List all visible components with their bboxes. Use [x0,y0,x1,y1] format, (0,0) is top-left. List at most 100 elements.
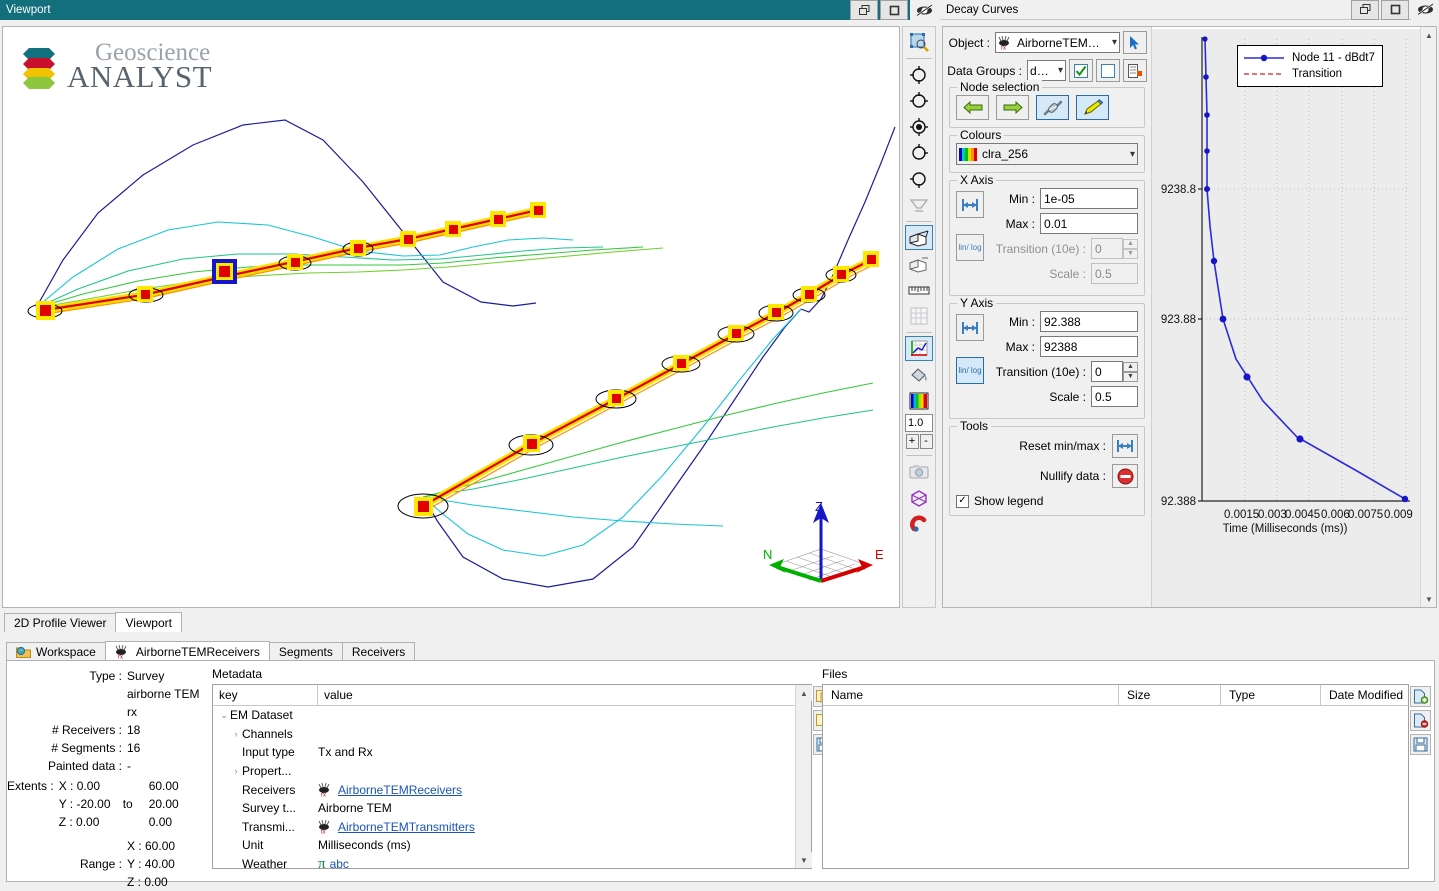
next-node-button[interactable] [996,95,1029,120]
zoom-in-button[interactable]: + [905,434,919,449]
axes-plot-icon[interactable] [905,336,933,361]
metadata-table[interactable]: key value ⌄ EM Dataset › Channels Input … [212,684,812,869]
y-min-input[interactable]: 92.388 [1040,311,1138,332]
view-top-icon[interactable] [905,88,933,113]
data-groups-combobox[interactable]: dBdt7 ▾ [1027,60,1066,81]
show-legend-checkbox[interactable]: ✓ Show legend [956,494,1138,508]
object-combobox[interactable]: rx AirborneTEMReceivers ▾ [995,32,1120,53]
y-scale-input[interactable]: 0.5 [1091,386,1138,407]
save-file-icon[interactable] [1410,734,1431,755]
hide-eye-icon[interactable] [910,0,938,20]
previous-node-button[interactable] [956,95,989,120]
scroll-up-icon[interactable]: ▲ [1421,27,1436,43]
x-transition-input[interactable]: 0 [1091,238,1123,259]
view-front-icon[interactable] [905,140,933,165]
x-scale-input[interactable]: 0.5 [1091,263,1138,284]
table-row[interactable]: › Channels [213,725,811,744]
colour-bar-icon[interactable] [905,388,933,413]
table-row[interactable]: ⌄ EM Dataset [213,706,811,725]
view-rotate-icon[interactable] [905,62,933,87]
tab-viewport[interactable]: Viewport [115,612,182,632]
expand-twisty-icon[interactable]: ⌄ [218,710,230,721]
files-table[interactable]: Name Size Type Date Modified [822,684,1409,869]
colour-map-combobox[interactable]: clra_256 ▾ [956,143,1138,165]
maximize-icon[interactable] [880,0,908,20]
zoom-out-button[interactable]: - [919,434,933,449]
tab-2d-profile-viewer[interactable]: 2D Profile Viewer [4,613,117,632]
files-col-size[interactable]: Size [1119,685,1221,705]
x-min-input[interactable]: 1e-05 [1040,188,1138,209]
view-center-icon[interactable] [905,114,933,139]
tab-receivers[interactable]: Receivers [341,642,416,661]
clear-all-groups-button[interactable] [1096,59,1120,82]
files-col-type[interactable]: Type [1221,685,1321,705]
metadata-link[interactable]: abc [330,857,349,868]
edit-node-button[interactable] [1076,95,1109,120]
table-row[interactable]: Transmi... tx AirborneTEMTransmitters [213,818,811,837]
reset-minmax-button[interactable] [1112,434,1138,458]
table-row[interactable]: Input type Tx and Rx [213,743,811,762]
hide-eye-icon[interactable] [1411,0,1439,20]
x-max-input[interactable]: 0.01 [1040,213,1138,234]
grid-icon[interactable] [905,303,933,328]
zoom-select-icon[interactable] [905,29,933,54]
gizmo-z-label: Z [815,499,823,514]
x-axis-linlog-button[interactable]: lin/ log [956,234,984,261]
edit-groups-button[interactable] [1123,59,1147,82]
scroll-down-icon[interactable]: ▼ [1421,591,1436,607]
bounding-box-icon[interactable] [905,485,933,510]
metadata-value: Tx and Rx [318,745,373,760]
restore-icon[interactable] [850,0,878,20]
y-axis-fit-button[interactable] [956,314,984,341]
nullify-data-button[interactable] [1112,464,1138,488]
profile-curve-cyan-3 [422,496,724,527]
y-transition-spinner[interactable]: ▲ ▼ [1123,361,1138,382]
paint-bucket-icon[interactable] [905,362,933,387]
tab-workspace[interactable]: Workspace [6,642,106,661]
metadata-link[interactable]: AirborneTEMReceivers [338,783,462,797]
viewport-tabstrip: 2D Profile Viewer Viewport [4,612,504,632]
scroll-down-icon[interactable]: ▼ [796,852,812,868]
table-row[interactable]: Unit Milliseconds (ms) [213,836,811,855]
x-transition-spinner[interactable]: ▲ ▼ [1123,238,1138,259]
y-axis-linlog-button[interactable]: lin/ log [956,357,984,384]
scroll-up-icon[interactable]: ▲ [796,685,812,701]
x-tick-label-0: 0.0015 [1224,509,1259,521]
y-max-input[interactable]: 92388 [1040,336,1138,357]
extent-hi: 20.00 [148,797,179,811]
files-col-date-modified[interactable]: Date Modified [1321,685,1408,705]
x-axis-fit-button[interactable] [956,191,984,218]
expand-twisty-icon[interactable]: › [230,729,242,739]
maximize-icon[interactable] [1381,0,1409,20]
clip-plane-icon[interactable] [905,192,933,217]
restore-icon[interactable] [1351,0,1379,20]
decay-panel-scrollbar[interactable]: ▲ ▼ [1420,27,1436,607]
viewport-3d-canvas[interactable]: Geoscience ANALYST Z E N [2,26,900,608]
decay-plot[interactable]: 9238.8 923.88 92.388 0.0015 0.003 0.0045… [1152,29,1420,607]
tab-airbornetemreceivers[interactable]: rx AirborneTEMReceivers [104,641,270,661]
table-row[interactable]: › Propert... [213,762,811,781]
snapshot-camera-icon[interactable] [905,459,933,484]
table-row[interactable]: Weather π abc [213,855,811,868]
add-file-icon[interactable] [1410,686,1431,707]
legend-label-0: Node 11 - dBdt7 [1292,52,1375,64]
measure-ruler-icon[interactable] [905,277,933,302]
orthographic-camera-icon[interactable] [905,251,933,276]
application-window: Viewport Geoscience ANALYST Z E N 1.0 + … [0,0,1439,889]
files-col-name[interactable]: Name [823,685,1119,705]
table-row[interactable]: Survey t... Airborne TEM [213,799,811,818]
expand-twisty-icon[interactable]: › [230,766,242,776]
viewport-scale-input[interactable]: 1.0 [905,414,933,432]
metadata-scrollbar[interactable]: ▲ ▼ [795,685,812,868]
view-side-icon[interactable] [905,166,933,191]
metadata-link[interactable]: AirborneTEMTransmitters [338,820,475,834]
magnet-icon[interactable] [905,511,933,536]
remove-file-icon[interactable] [1410,710,1431,731]
y-transition-input[interactable]: 0 [1091,361,1123,382]
link-node-button[interactable] [1036,95,1069,120]
select-all-groups-button[interactable] [1069,59,1093,82]
tab-segments[interactable]: Segments [268,642,343,661]
table-row[interactable]: Receivers rx AirborneTEMReceivers [213,780,811,799]
perspective-camera-icon[interactable] [905,225,933,250]
pick-object-button[interactable] [1123,31,1147,54]
